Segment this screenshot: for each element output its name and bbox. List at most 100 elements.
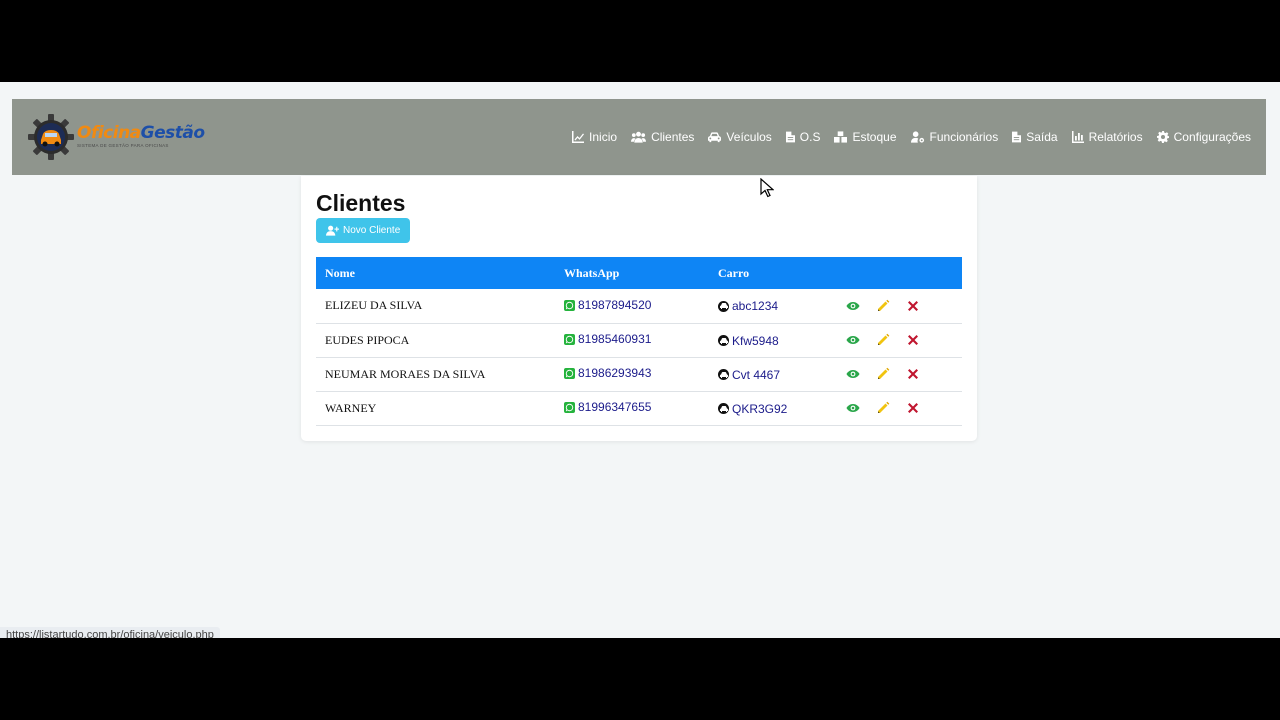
whatsapp-number: 81985460931	[578, 332, 652, 347]
car-link[interactable]: QKR3G92	[718, 402, 787, 416]
whatsapp-number: 81996347655	[578, 400, 652, 415]
table-header-row: Nome WhatsApp Carro	[316, 257, 962, 289]
gear-car-logo-icon	[28, 114, 74, 160]
file-icon	[1012, 131, 1022, 143]
table-row: NEUMAR MORAES DA SILVA 81986293943 Cvt 4…	[316, 357, 962, 391]
header-carro: Carro	[718, 265, 750, 280]
whatsapp-link[interactable]: 81985460931	[564, 332, 651, 346]
car-icon	[708, 132, 722, 143]
delete-button[interactable]	[905, 332, 921, 348]
delete-button[interactable]	[905, 400, 921, 416]
eye-icon	[846, 336, 860, 344]
edit-button[interactable]	[875, 298, 891, 314]
nav-label-configuracoes: Configurações	[1173, 130, 1251, 144]
view-button[interactable]	[845, 366, 861, 382]
nav-label-veiculos: Veículos	[726, 130, 772, 144]
car-icon	[718, 300, 729, 312]
edit-button[interactable]	[875, 400, 891, 416]
mouse-cursor-icon	[760, 178, 774, 198]
pencil-icon	[878, 401, 890, 413]
nav-item-veiculos[interactable]: Veículos	[708, 130, 772, 144]
car-icon	[718, 403, 729, 414]
nav-label-saida: Saída	[1026, 130, 1058, 144]
pencil-icon	[878, 299, 890, 311]
nav-item-inicio[interactable]: Inicio	[572, 130, 617, 144]
car-plate: abc1234	[732, 299, 779, 314]
boxes-icon	[834, 131, 848, 143]
navbar: OficinaGestão SISTEMA DE GESTÃO PARA OFI…	[12, 99, 1266, 175]
pencil-icon	[878, 367, 890, 379]
nav-label-funcionarios: Funcionários	[929, 130, 999, 144]
client-name: WARNEY	[325, 400, 377, 415]
car-link[interactable]: abc1234	[718, 299, 778, 313]
clients-table: Nome WhatsApp Carro ELIZEU DA SILVA 8198…	[316, 257, 962, 426]
car-link[interactable]: Kfw5948	[718, 334, 779, 348]
nav-item-configuracoes[interactable]: Configurações	[1156, 130, 1251, 144]
new-client-label: Novo Cliente	[343, 225, 401, 236]
brand-subtitle: SISTEMA DE GESTÃO PARA OFICINAS	[77, 143, 169, 149]
nav-item-clientes[interactable]: Clientes	[631, 130, 694, 144]
whatsapp-number: 81986293943	[578, 366, 652, 381]
close-icon	[908, 335, 918, 345]
header-actions	[836, 257, 962, 289]
user-plus-icon	[326, 225, 339, 236]
view-button[interactable]	[845, 298, 861, 314]
client-name: ELIZEU DA SILVA	[325, 298, 423, 313]
car-link[interactable]: Cvt 4467	[718, 368, 780, 382]
nav-label-inicio: Inicio	[589, 130, 618, 144]
car-plate: Kfw5948	[732, 333, 779, 348]
header-nome: Nome	[325, 265, 355, 280]
file-icon	[785, 131, 795, 143]
car-plate: Cvt 4467	[732, 367, 781, 382]
nav-label-relatorios: Relatórios	[1088, 130, 1143, 144]
nav-item-funcionarios[interactable]: Funcionários	[910, 130, 999, 144]
car-icon	[718, 335, 729, 346]
brand-logo[interactable]: OficinaGestão SISTEMA DE GESTÃO PARA OFI…	[27, 113, 205, 161]
pencil-icon	[878, 333, 890, 345]
chart-line-icon	[572, 131, 585, 143]
table-row: ELIZEU DA SILVA 81987894520 abc1234	[316, 289, 962, 323]
clients-card: Clientes Novo Cliente Nome WhatsApp Carr…	[301, 176, 977, 441]
delete-button[interactable]	[905, 298, 921, 314]
users-icon	[631, 131, 647, 143]
whatsapp-link[interactable]: 81986293943	[564, 366, 651, 380]
close-icon	[908, 300, 918, 311]
car-plate: QKR3G92	[732, 401, 788, 416]
nav-menu: Inicio Clientes Veículos O.S Estoque Fun…	[572, 130, 1251, 144]
eye-icon	[846, 404, 860, 412]
whatsapp-number: 81987894520	[578, 298, 652, 312]
brand-title-part1: Oficina	[77, 123, 141, 144]
user-gear-icon	[910, 131, 924, 143]
nav-label-estoque: Estoque	[852, 130, 897, 144]
whatsapp-icon	[564, 367, 575, 379]
header-whatsapp: WhatsApp	[564, 265, 620, 280]
video-letterbox-top	[0, 0, 1280, 82]
status-bar-url: https://listartudo.com.br/oficina/veicul…	[0, 627, 220, 638]
page-title: Clientes	[316, 190, 406, 216]
view-button[interactable]	[845, 332, 861, 348]
client-name: EUDES PIPOCA	[325, 332, 410, 347]
nav-item-saida[interactable]: Saída	[1012, 130, 1058, 144]
nav-item-estoque[interactable]: Estoque	[834, 130, 897, 144]
brand-title: OficinaGestão	[77, 125, 205, 142]
edit-button[interactable]	[875, 366, 891, 382]
delete-button[interactable]	[905, 366, 921, 382]
nav-label-os: O.S	[799, 130, 821, 144]
browser-viewport: OficinaGestão SISTEMA DE GESTÃO PARA OFI…	[0, 82, 1280, 638]
whatsapp-icon	[564, 299, 575, 311]
close-icon	[908, 369, 918, 379]
whatsapp-link[interactable]: 81996347655	[564, 400, 651, 414]
chart-bar-icon	[1071, 131, 1084, 143]
video-letterbox-bottom	[0, 638, 1280, 720]
new-client-button[interactable]: Novo Cliente	[316, 218, 411, 243]
view-button[interactable]	[845, 400, 861, 416]
nav-item-relatorios[interactable]: Relatórios	[1071, 130, 1143, 144]
whatsapp-link[interactable]: 81987894520	[564, 298, 651, 312]
whatsapp-icon	[564, 401, 575, 413]
edit-button[interactable]	[875, 332, 891, 348]
client-name: NEUMAR MORAES DA SILVA	[325, 366, 486, 381]
nav-label-clientes: Clientes	[651, 130, 695, 144]
whatsapp-icon	[564, 333, 575, 345]
nav-item-os[interactable]: O.S	[785, 130, 821, 144]
close-icon	[908, 403, 918, 413]
